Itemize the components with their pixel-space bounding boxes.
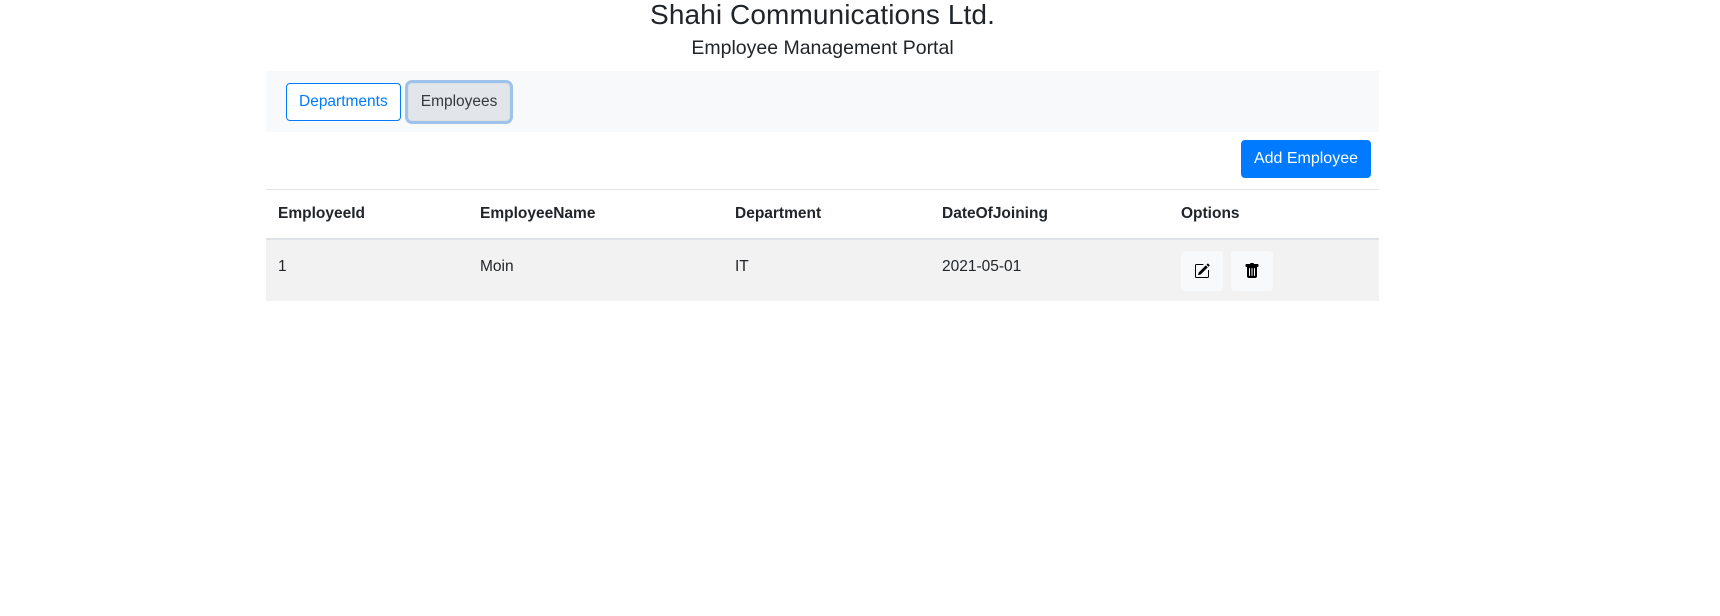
page-title: Shahi Communications Ltd. — [650, 0, 995, 30]
delete-employee-button[interactable] — [1231, 251, 1274, 291]
pencil-square-icon — [1195, 263, 1210, 278]
nav-employees-button[interactable]: Employees — [407, 82, 511, 121]
cell-options — [1169, 239, 1379, 301]
page-subtitle: Employee Management Portal — [691, 37, 954, 59]
cell-department: IT — [735, 258, 749, 275]
nav-departments-button[interactable]: Departments — [286, 82, 401, 121]
cell-dateofjoining: 2021-05-01 — [942, 258, 1022, 275]
cell-employeeid: 1 — [278, 258, 287, 275]
table-header: EmployeeId EmployeeName Department DateO… — [266, 189, 1379, 240]
toolbar: Add Employee — [266, 132, 1379, 189]
cell-employeename: Moin — [480, 258, 514, 275]
column-header-dateofjoining: DateOfJoining — [930, 189, 1169, 240]
page: Shahi Communications Ltd. Employee Manag… — [0, 0, 1720, 616]
table-header-row: EmployeeId EmployeeName Department DateO… — [266, 189, 1379, 240]
main-container: Shahi Communications Ltd. Employee Manag… — [266, 0, 1379, 301]
table-row: 1 Moin IT 2021-05-01 — [266, 239, 1379, 301]
add-employee-button[interactable]: Add Employee — [1240, 140, 1371, 178]
column-header-options: Options — [1169, 189, 1379, 240]
navbar: Departments Employees — [266, 71, 1379, 132]
column-header-department: Department — [723, 189, 930, 240]
column-header-employeeid: EmployeeId — [266, 189, 468, 240]
edit-employee-button[interactable] — [1181, 251, 1223, 291]
table-body: 1 Moin IT 2021-05-01 — [266, 239, 1379, 301]
column-header-employeename: EmployeeName — [468, 189, 723, 240]
trash-icon — [1245, 263, 1259, 278]
employees-table: EmployeeId EmployeeName Department DateO… — [266, 189, 1379, 301]
